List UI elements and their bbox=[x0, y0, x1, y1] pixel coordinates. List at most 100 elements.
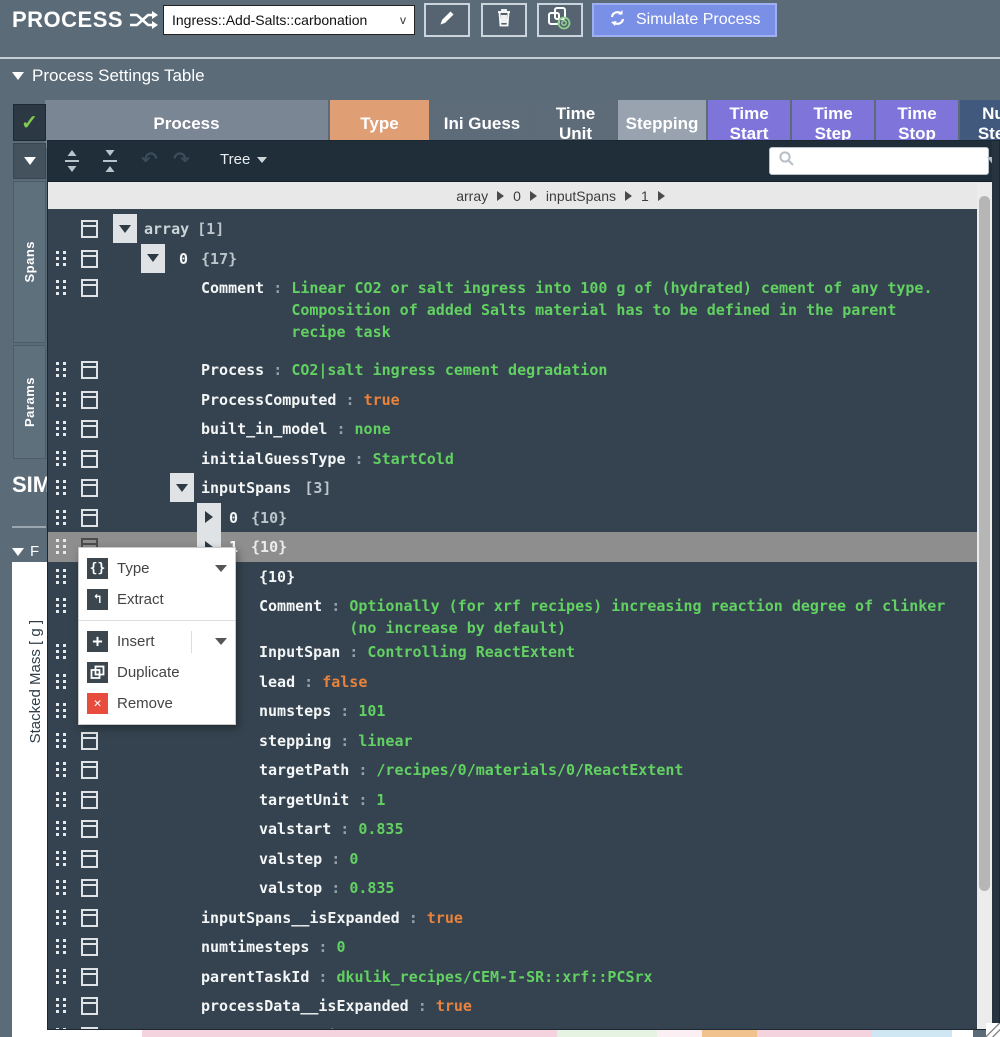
tree-row[interactable]: processData__isExpanded : true bbox=[48, 991, 977, 1021]
breadcrumb-item[interactable]: 0 bbox=[513, 188, 521, 204]
table-view-icon[interactable] bbox=[81, 820, 98, 838]
menu-item-remove[interactable]: ✕Remove bbox=[79, 688, 235, 719]
drag-handle-icon[interactable] bbox=[56, 1028, 67, 1030]
drag-handle-icon[interactable] bbox=[56, 539, 67, 555]
tab-spans[interactable]: Spans bbox=[13, 181, 46, 343]
tree-row[interactable]: valstep : 0 bbox=[48, 844, 977, 874]
tree-row[interactable]: inputSpans__isExpanded : true bbox=[48, 903, 977, 933]
table-view-icon[interactable] bbox=[81, 909, 98, 927]
menu-item-type[interactable]: {}Type bbox=[79, 553, 235, 584]
table-view-icon[interactable] bbox=[81, 1027, 98, 1030]
drag-handle-icon[interactable] bbox=[56, 421, 67, 437]
tree-row[interactable]: Process : CO2|salt ingress cement degrad… bbox=[48, 355, 977, 385]
copy-watch-button[interactable] bbox=[537, 3, 583, 37]
drag-handle-icon[interactable] bbox=[56, 762, 67, 778]
table-view-icon[interactable] bbox=[81, 391, 98, 409]
tree-row[interactable]: targetPath : /recipes/0/materials/0/Reac… bbox=[48, 755, 977, 785]
breadcrumb-item[interactable]: 1 bbox=[641, 188, 649, 204]
search-input[interactable] bbox=[801, 153, 981, 170]
tree-row[interactable]: valstart : 0.835 bbox=[48, 814, 977, 844]
table-view-icon[interactable] bbox=[81, 997, 98, 1015]
collapse-all-icon[interactable] bbox=[98, 149, 122, 173]
table-view-icon[interactable] bbox=[81, 761, 98, 779]
tree-row[interactable]: array[1] bbox=[48, 214, 977, 244]
resize-grip[interactable] bbox=[986, 1023, 1000, 1037]
menu-item-extract[interactable]: ↰Extract bbox=[79, 584, 235, 615]
expand-expander-icon[interactable] bbox=[197, 503, 221, 532]
collapse-expander-icon[interactable] bbox=[170, 473, 194, 502]
table-view-icon[interactable] bbox=[81, 732, 98, 750]
collapse-expander-icon[interactable] bbox=[141, 244, 165, 273]
tree-row[interactable]: built_in_model : none bbox=[48, 414, 977, 444]
tab-params[interactable]: Params bbox=[13, 345, 46, 459]
drag-handle-icon[interactable] bbox=[56, 480, 67, 496]
menu-item-label: Extract bbox=[117, 591, 164, 608]
tree-mode-dropdown[interactable]: Tree bbox=[220, 151, 267, 168]
drag-handle-icon[interactable] bbox=[56, 880, 67, 896]
table-view-icon[interactable] bbox=[81, 850, 98, 868]
drag-handle-icon[interactable] bbox=[56, 703, 67, 719]
drag-handle-icon[interactable] bbox=[56, 733, 67, 749]
row-check-cell[interactable]: ✓ bbox=[13, 104, 46, 141]
process-select[interactable]: Ingress::Add-Salts::carbonation v bbox=[163, 5, 415, 35]
table-view-icon[interactable] bbox=[81, 509, 98, 527]
table-view-icon[interactable] bbox=[81, 361, 98, 379]
table-view-icon[interactable] bbox=[81, 450, 98, 468]
table-view-icon[interactable] bbox=[81, 420, 98, 438]
collapsed-section-header[interactable]: F bbox=[12, 543, 39, 560]
drag-handle-icon[interactable] bbox=[56, 569, 67, 585]
drag-handle-icon[interactable] bbox=[56, 598, 67, 614]
breadcrumb-item[interactable]: array bbox=[456, 188, 488, 204]
table-view-icon[interactable] bbox=[81, 879, 98, 897]
drag-handle-icon[interactable] bbox=[56, 280, 67, 296]
drag-handle-icon[interactable] bbox=[56, 674, 67, 690]
breadcrumb-item[interactable]: inputSpans bbox=[546, 188, 616, 204]
drag-handle-icon[interactable] bbox=[56, 969, 67, 985]
scrollbar-track[interactable] bbox=[977, 183, 992, 1029]
tree-row[interactable]: valstop : 0.835 bbox=[48, 873, 977, 903]
expand-all-icon[interactable] bbox=[60, 149, 84, 173]
tree-row[interactable]: Comment : Linear CO2 or salt ingress int… bbox=[48, 273, 977, 355]
drag-handle-icon[interactable] bbox=[56, 510, 67, 526]
tree-row[interactable]: ProcessComputed : true bbox=[48, 385, 977, 415]
row-expand-cell[interactable] bbox=[13, 143, 46, 179]
drag-handle-icon[interactable] bbox=[56, 644, 67, 660]
scrollbar-thumb[interactable] bbox=[979, 196, 990, 891]
drag-handle-icon[interactable] bbox=[56, 362, 67, 378]
table-view-icon[interactable] bbox=[81, 968, 98, 986]
process-settings-section-header[interactable]: Process Settings Table bbox=[12, 66, 205, 86]
drag-handle-icon[interactable] bbox=[56, 939, 67, 955]
tree-row[interactable]: initialGuessType : StartCold bbox=[48, 444, 977, 474]
drag-handle-icon[interactable] bbox=[56, 851, 67, 867]
menu-item-insert[interactable]: +Insert bbox=[79, 626, 235, 657]
table-view-icon[interactable] bbox=[81, 791, 98, 809]
redo-icon[interactable]: ↷ bbox=[173, 147, 190, 171]
drag-handle-icon[interactable] bbox=[56, 251, 67, 267]
tree-row[interactable]: numtimesteps : 0 bbox=[48, 932, 977, 962]
drag-handle-icon[interactable] bbox=[56, 451, 67, 467]
drag-handle-icon[interactable] bbox=[56, 792, 67, 808]
table-view-icon[interactable] bbox=[81, 220, 98, 238]
tree-row[interactable]: processType : ingress bbox=[48, 1021, 977, 1030]
tree-row[interactable]: stepping : linear bbox=[48, 726, 977, 756]
tree-row[interactable]: inputSpans[3] bbox=[48, 473, 977, 503]
shuffle-icon[interactable] bbox=[128, 10, 158, 35]
table-view-icon[interactable] bbox=[81, 479, 98, 497]
table-view-icon[interactable] bbox=[81, 279, 98, 297]
table-view-icon[interactable] bbox=[81, 250, 98, 268]
tree-row[interactable]: 0{17} bbox=[48, 244, 977, 274]
collapse-expander-icon[interactable] bbox=[113, 214, 137, 243]
menu-item-duplicate[interactable]: Duplicate bbox=[79, 657, 235, 688]
simulate-process-button[interactable]: Simulate Process bbox=[592, 3, 777, 37]
undo-icon[interactable]: ↶ bbox=[141, 147, 158, 171]
drag-handle-icon[interactable] bbox=[56, 998, 67, 1014]
tree-row[interactable]: parentTaskId : dkulik_recipes/CEM-I-SR::… bbox=[48, 962, 977, 992]
delete-button[interactable] bbox=[481, 3, 527, 37]
drag-handle-icon[interactable] bbox=[56, 392, 67, 408]
drag-handle-icon[interactable] bbox=[56, 821, 67, 837]
drag-handle-icon[interactable] bbox=[56, 910, 67, 926]
tree-row[interactable]: targetUnit : 1 bbox=[48, 785, 977, 815]
tree-row[interactable]: 0{10} bbox=[48, 503, 977, 533]
table-view-icon[interactable] bbox=[81, 938, 98, 956]
edit-button[interactable] bbox=[424, 3, 470, 37]
